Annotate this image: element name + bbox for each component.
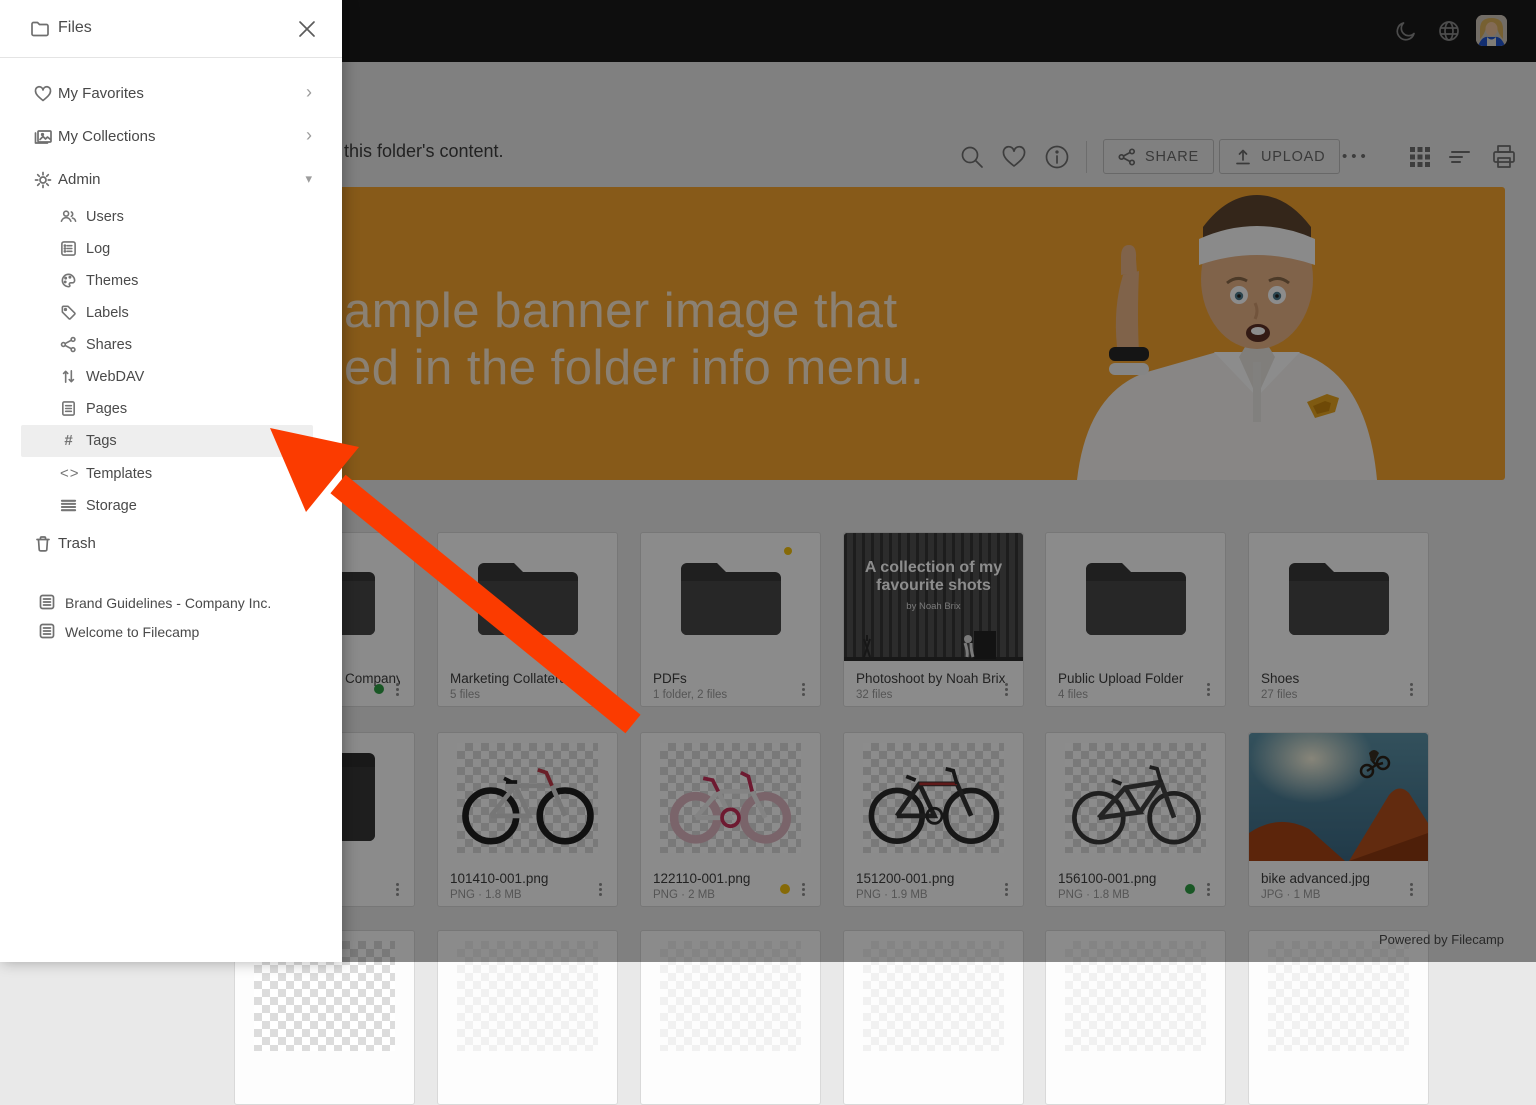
sidebar-item-label: My Collections bbox=[58, 128, 156, 145]
storage-icon bbox=[60, 497, 77, 514]
close-icon[interactable] bbox=[296, 18, 318, 40]
folder-icon bbox=[30, 19, 50, 39]
sidebar-item-label: Admin bbox=[58, 171, 101, 188]
sidebar-item-label: Templates bbox=[86, 466, 152, 482]
tag-icon bbox=[60, 304, 77, 321]
sidebar-doc-welcome[interactable]: Welcome to Filecamp bbox=[0, 617, 342, 646]
sidebar-item-trash[interactable]: Trash bbox=[0, 523, 342, 566]
code-icon: <> bbox=[60, 465, 77, 482]
sidebar-item-shares[interactable]: Shares bbox=[0, 329, 342, 361]
sidebar-item-my-collections[interactable]: My Collections › bbox=[0, 116, 342, 159]
sidebar-doc-label: Welcome to Filecamp bbox=[65, 624, 199, 640]
sidebar-item-label: Users bbox=[86, 209, 124, 225]
drawer-header: Files bbox=[0, 0, 342, 58]
updown-arrows-icon bbox=[60, 368, 77, 385]
sidebar-doc-label: Brand Guidelines - Company Inc. bbox=[65, 595, 271, 611]
sidebar-item-templates[interactable]: <> Templates bbox=[0, 458, 342, 490]
document-icon bbox=[38, 622, 56, 640]
collections-icon bbox=[33, 127, 53, 147]
sidebar-item-admin[interactable]: Admin ▾ bbox=[0, 159, 342, 202]
sidebar-item-label: Log bbox=[86, 241, 110, 257]
drawer-title: Files bbox=[58, 19, 92, 37]
sidebar-item-label: Tags bbox=[86, 433, 117, 449]
sidebar-doc-brand-guidelines[interactable]: Brand Guidelines - Company Inc. bbox=[0, 588, 342, 617]
sidebar-item-log[interactable]: Log bbox=[0, 233, 342, 265]
log-icon bbox=[60, 240, 77, 257]
heart-icon bbox=[33, 84, 53, 104]
sidebar-item-webdav[interactable]: WebDAV bbox=[0, 361, 342, 393]
sidebar-item-label: My Favorites bbox=[58, 85, 144, 102]
page-icon bbox=[60, 400, 77, 417]
share-icon bbox=[60, 336, 77, 353]
sidebar-item-users[interactable]: Users bbox=[0, 201, 342, 233]
palette-icon bbox=[60, 272, 77, 289]
sidebar-item-my-favorites[interactable]: My Favorites › bbox=[0, 73, 342, 116]
users-icon bbox=[60, 208, 77, 225]
files-drawer: Files My Favorites › My Collections › Ad… bbox=[0, 0, 342, 962]
gear-icon bbox=[33, 170, 53, 190]
chevron-down-icon: ▾ bbox=[305, 171, 312, 187]
chevron-right-icon: › bbox=[306, 125, 312, 146]
sidebar-item-label: Shares bbox=[86, 337, 132, 353]
sidebar-item-tags[interactable]: # Tags bbox=[21, 425, 313, 457]
sidebar-item-label: Trash bbox=[58, 535, 96, 552]
sidebar-item-label: Themes bbox=[86, 273, 138, 289]
sidebar-item-label: WebDAV bbox=[86, 369, 144, 385]
sidebar-item-label: Storage bbox=[86, 498, 137, 514]
sidebar-item-themes[interactable]: Themes bbox=[0, 265, 342, 297]
sidebar-item-storage[interactable]: Storage bbox=[0, 490, 342, 522]
document-icon bbox=[38, 593, 56, 611]
hash-icon: # bbox=[60, 432, 77, 449]
sidebar-item-label: Pages bbox=[86, 401, 127, 417]
trash-icon bbox=[33, 534, 53, 554]
sidebar-item-labels[interactable]: Labels bbox=[0, 297, 342, 329]
sidebar-item-pages[interactable]: Pages bbox=[0, 393, 342, 425]
chevron-right-icon: › bbox=[306, 82, 312, 103]
sidebar-item-label: Labels bbox=[86, 305, 129, 321]
